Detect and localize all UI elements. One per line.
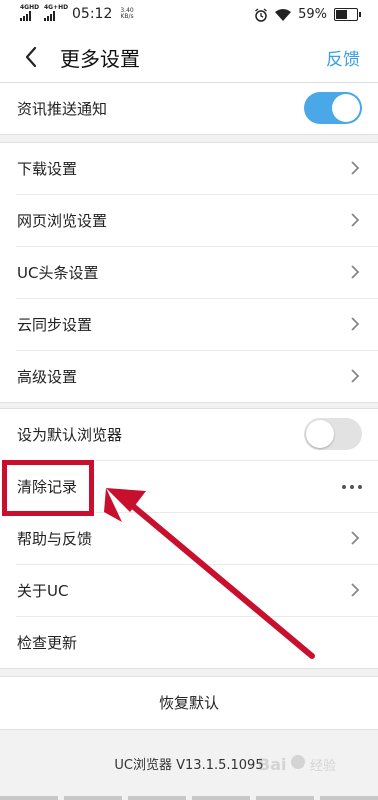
about-uc-label: 关于UC [17,582,69,600]
about-uc-row[interactable]: 关于UC [16,565,378,617]
bottom-strip [0,796,378,800]
chevron-right-icon [351,583,360,597]
feedback-link[interactable]: 反馈 [326,45,360,70]
annotation-highlight-box [2,460,94,516]
settings-item-web-browsing[interactable]: 网页浏览设置 [16,195,378,247]
settings-item-label: 高级设置 [17,368,78,386]
push-notification-label: 资讯推送通知 [17,100,108,118]
chevron-right-icon [351,213,360,227]
chevron-right-icon [351,317,360,331]
settings-group: 下载设置 网页浏览设置 UC头条设置 云同步设置 高级设置 [0,142,378,403]
news-group: 资讯推送通知 [0,82,378,135]
settings-item-label: 网页浏览设置 [17,212,108,230]
default-browser-label: 设为默认浏览器 [17,426,123,444]
settings-item-label: UC头条设置 [17,264,99,282]
wifi-icon [275,8,292,21]
signal-icon: 4GHD [20,4,39,21]
chevron-right-icon [351,369,360,383]
help-feedback-label: 帮助与反馈 [17,530,93,548]
settings-item-cloud-sync[interactable]: 云同步设置 [16,299,378,351]
app-header: 更多设置 反馈 [0,32,378,83]
push-notification-row[interactable]: 资讯推送通知 [16,83,378,134]
chevron-right-icon [351,161,360,175]
back-arrow-icon[interactable] [20,43,44,71]
reset-default-button[interactable]: 恢复默认 [0,676,378,730]
status-bar: 4GHD 4G+HD 05:12 3.40 KB/s 59% [0,0,378,32]
help-feedback-row[interactable]: 帮助与反馈 [16,513,378,565]
network-speed: 3.40 KB/s [120,7,134,20]
battery-icon [334,8,361,21]
check-update-label: 检查更新 [17,634,78,652]
svg-text:经验: 经验 [310,758,336,774]
settings-item-download[interactable]: 下载设置 [16,143,378,195]
push-notification-toggle[interactable] [304,92,362,124]
settings-item-label: 下载设置 [17,160,78,178]
settings-item-uc-headlines[interactable]: UC头条设置 [16,247,378,299]
chevron-right-icon [351,531,360,545]
page-title: 更多设置 [60,47,140,71]
more-dots-icon [342,485,362,489]
default-browser-row[interactable]: 设为默认浏览器 [16,409,378,461]
misc-group: 设为默认浏览器 清除记录 帮助与反馈 关于UC 检查更新 [0,408,378,669]
battery-percent: 59% [298,7,327,22]
settings-item-advanced[interactable]: 高级设置 [16,351,378,402]
status-time: 05:12 [72,6,113,22]
alarm-icon [255,7,267,22]
chevron-right-icon [351,265,360,279]
settings-item-label: 云同步设置 [17,316,93,334]
default-browser-toggle[interactable] [304,418,362,450]
check-update-row[interactable]: 检查更新 [16,617,378,668]
baidu-watermark-logo: Bai 经验 [258,755,336,774]
svg-text:Bai: Bai [258,755,286,774]
signal-icon: 4G+HD [44,4,68,21]
